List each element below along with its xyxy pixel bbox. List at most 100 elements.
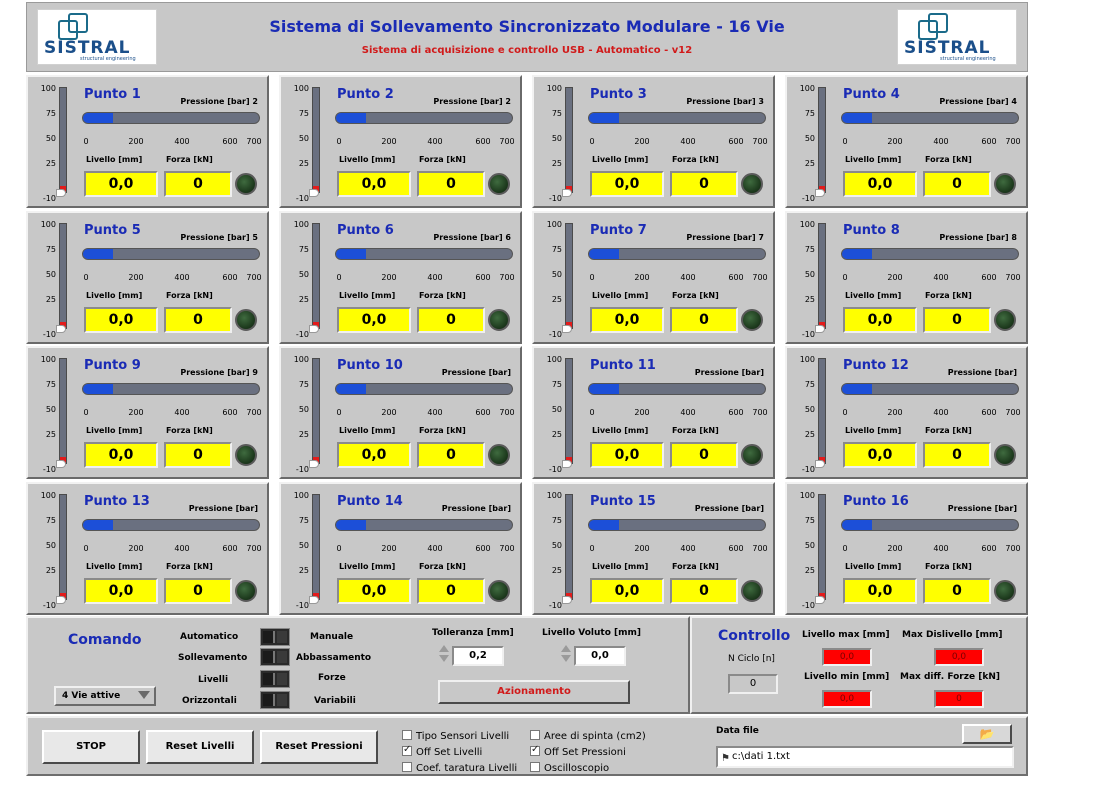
pressure-tick-label: 600	[981, 544, 997, 553]
force-label: Forza [kN]	[925, 291, 972, 300]
mode-toggle-switch[interactable]	[260, 628, 290, 646]
level-tick-label: 75	[45, 380, 56, 389]
checkbox-pressure-offset[interactable]: Off Set Pressioni	[530, 744, 626, 758]
status-led-icon	[235, 444, 257, 466]
force-label: Forza [kN]	[166, 562, 213, 571]
level-bulb	[562, 189, 572, 197]
pressure-tick-label: 700	[499, 408, 515, 417]
spin-up-icon[interactable]	[439, 645, 449, 652]
level-display: 0,0	[337, 578, 411, 604]
control-type-toggle-switch[interactable]	[260, 670, 290, 688]
pressure-scale: 0 200 400 600 700	[588, 544, 768, 554]
level-slider	[312, 494, 320, 600]
point-panel-6: 100 75 50 25 -10 Punto 6 Pressione [bar] 6 0 200…	[279, 211, 522, 344]
target-level-input[interactable]: 0,0	[574, 646, 626, 666]
status-led-icon	[994, 444, 1016, 466]
spin-up-icon[interactable]	[561, 645, 571, 652]
level-tick-label: 50	[45, 541, 56, 550]
pressure-tick-label: 600	[981, 137, 997, 146]
pressure-label: Pressione [bar] 5	[180, 233, 258, 242]
checkbox-box[interactable]	[402, 730, 412, 740]
browse-folder-button[interactable]: 📂	[962, 724, 1012, 744]
checkbox-box[interactable]	[402, 762, 412, 772]
pressure-fill	[83, 520, 113, 530]
data-file-path-input[interactable]: ⚑ c:\dati 1.txt	[716, 746, 1014, 768]
pressure-tick-label: 600	[728, 137, 744, 146]
pressure-fill	[83, 249, 113, 259]
status-led-icon	[235, 580, 257, 602]
level-bulb	[309, 325, 319, 333]
level-tick-label: 25	[804, 566, 815, 575]
level-scale: 100 75 50 25 -10	[30, 85, 56, 203]
pressure-tick-label: 400	[427, 273, 443, 282]
checkbox-box[interactable]	[530, 730, 540, 740]
level-tick-label: 50	[551, 541, 562, 550]
checkbox-box[interactable]	[530, 744, 540, 756]
actuate-button[interactable]: Azionamento	[438, 680, 630, 704]
checkbox-level-calibration[interactable]: Coef. taratura Livelli	[402, 762, 517, 774]
level-tick-label: 25	[804, 295, 815, 304]
target-level-spinner[interactable]	[560, 644, 572, 664]
force-display: 0	[670, 578, 738, 604]
reset-pressures-button[interactable]: Reset Pressioni	[260, 730, 378, 764]
level-scale: 100 75 50 25 -10	[536, 84, 562, 203]
level-scale: 100 75 50 25 -10	[536, 492, 562, 610]
pressure-scale: 0 200 400 600 700	[335, 544, 515, 554]
level-bulb	[562, 596, 572, 604]
level-tick-label: 75	[45, 516, 56, 525]
switch-right-label: Abbassamento	[296, 653, 372, 663]
point-panel-9: 100 75 50 25 -10 Punto 9 Pressione [bar] 9 0 200…	[26, 346, 269, 479]
direction-toggle-switch[interactable]	[260, 648, 290, 666]
pressure-tick-label: 700	[1005, 273, 1021, 282]
pressure-tick-label: 600	[475, 273, 491, 282]
spin-down-icon[interactable]	[439, 655, 449, 662]
stop-button[interactable]: STOP	[42, 730, 140, 764]
level-slider	[59, 223, 67, 329]
tolerance-label: Tolleranza [mm]	[432, 628, 514, 638]
logo-text: SISTRAL	[44, 38, 131, 58]
level-tick-label: 100	[799, 491, 815, 500]
level-tick-label: -10	[295, 330, 309, 339]
spin-down-icon[interactable]	[561, 655, 571, 662]
pressure-tick-label: 0	[842, 544, 848, 553]
pressure-tick-label: 0	[83, 137, 89, 146]
force-label: Forza [kN]	[672, 562, 719, 571]
level-scale: 100 75 50 25 -10	[30, 355, 56, 474]
status-led-icon	[235, 173, 257, 195]
switch-right-label: Manuale	[310, 632, 354, 642]
level-tick-label: 100	[40, 355, 56, 364]
pressure-tick-label: 400	[680, 137, 696, 146]
active-ways-select[interactable]: 4 Vie attive	[54, 686, 156, 706]
pressure-scale: 0 200 400 600 700	[841, 273, 1021, 283]
checkbox-level-sensor-type[interactable]: Tipo Sensori Livelli	[402, 730, 509, 742]
checkbox-thrust-areas[interactable]: Aree di spinta (cm2)	[530, 730, 646, 742]
pressure-fill	[842, 384, 872, 394]
pressure-tick-label: 700	[752, 408, 768, 417]
level-tick-label: 50	[45, 405, 56, 414]
level-label: Livello [mm]	[592, 155, 649, 164]
level-tick-label: -10	[548, 465, 562, 474]
logo-subtext: structural engineering	[80, 56, 136, 62]
level-display: 0,0	[843, 578, 917, 604]
tolerance-spinner[interactable]	[438, 644, 450, 664]
level-display: 0,0	[84, 578, 158, 604]
pressure-bar	[588, 248, 766, 260]
tolerance-input[interactable]: 0,2	[452, 646, 504, 666]
level-display: 0,0	[843, 442, 917, 468]
level-label: Livello [mm]	[86, 562, 143, 571]
level-bulb	[815, 460, 825, 468]
checkbox-box[interactable]	[530, 762, 540, 772]
switch-left-label: Automatico	[180, 632, 239, 642]
checkbox-level-offset[interactable]: Off Set Livelli	[402, 744, 482, 758]
level-tick-label: 100	[546, 84, 562, 93]
reset-levels-button[interactable]: Reset Livelli	[146, 730, 254, 764]
status-led-icon	[488, 173, 510, 195]
point-name: Punto 9	[84, 358, 141, 373]
checkbox-box[interactable]	[402, 744, 412, 756]
setpoint-toggle-switch[interactable]	[260, 691, 290, 709]
checkbox-oscilloscope[interactable]: Oscilloscopio	[530, 762, 609, 774]
level-display: 0,0	[843, 307, 917, 333]
pressure-fill	[336, 384, 366, 394]
logo-text: SISTRAL	[904, 38, 991, 58]
point-panel-15: 100 75 50 25 -10 Punto 15 Pressione [bar] 0 200 4…	[532, 482, 775, 615]
